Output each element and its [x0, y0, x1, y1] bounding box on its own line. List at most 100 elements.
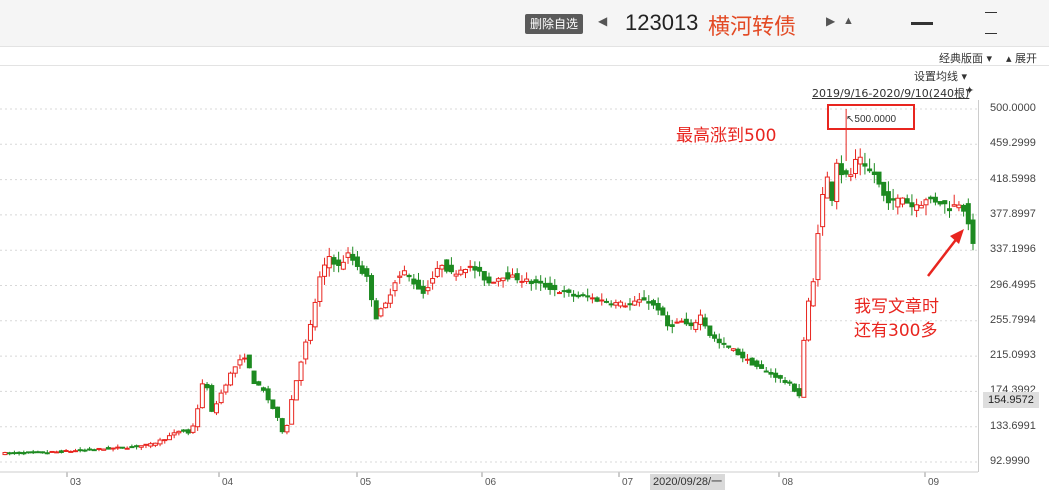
last-price-tag: 154.9572: [983, 392, 1039, 408]
y-tick-label: 92.9990: [990, 455, 1030, 467]
candle-body: [101, 448, 107, 451]
candle-body: [688, 322, 694, 327]
candle-body: [246, 354, 252, 369]
candle-body: [857, 156, 863, 165]
candle-body: [669, 324, 675, 327]
candle-body: [124, 447, 130, 450]
candle-body: [528, 280, 534, 285]
candle-body: [730, 348, 736, 351]
candle-body: [298, 361, 304, 381]
candle-body: [209, 385, 215, 412]
candle-body: [416, 279, 422, 290]
candle-body: [843, 170, 849, 175]
candle-body: [815, 233, 821, 281]
candle-body: [87, 448, 93, 451]
candle-body: [956, 204, 962, 209]
candle-body: [190, 425, 196, 433]
candle-body: [157, 439, 163, 445]
candle-body: [44, 452, 50, 455]
candle-body: [148, 443, 154, 447]
y-tick-label: 500.0000: [990, 102, 1036, 114]
candle-body: [519, 280, 525, 283]
candle-body: [134, 445, 140, 448]
candle-body: [867, 168, 873, 172]
candle-body: [495, 278, 501, 282]
candle-body: [336, 259, 342, 266]
candle-body: [171, 432, 177, 436]
candle-body: [524, 278, 530, 282]
annotation-note-line2: 还有300多: [854, 321, 938, 341]
candle-body: [773, 372, 779, 378]
candle-body: [749, 357, 755, 366]
candle-body: [824, 176, 830, 199]
x-tick-label: 09: [928, 477, 940, 488]
candle-body: [876, 171, 882, 185]
candle-body: [674, 321, 680, 324]
candle-body: [947, 208, 953, 212]
candle-body: [580, 294, 586, 297]
candle-body: [712, 334, 718, 339]
candle-body: [30, 451, 36, 454]
candle-body: [491, 281, 497, 284]
candle-body: [693, 322, 699, 330]
candle-body: [665, 315, 671, 327]
candle-body: [477, 266, 483, 272]
candle-body: [571, 293, 577, 297]
candle-body: [650, 300, 656, 306]
candle-body: [40, 451, 46, 454]
candle-body: [848, 174, 854, 177]
candle-body: [834, 162, 840, 203]
candle-body: [923, 199, 929, 206]
candle-body: [373, 300, 379, 320]
candle-body: [284, 424, 290, 433]
candlestick-chart[interactable]: [0, 0, 1049, 500]
candle-body: [199, 383, 205, 409]
candle-body: [213, 403, 219, 414]
candle-body: [152, 442, 158, 446]
y-tick-label: 255.7994: [990, 313, 1036, 326]
x-tick-label: 03: [70, 477, 82, 488]
candle-body: [369, 275, 375, 301]
candle-body: [420, 285, 426, 294]
candle-body: [237, 359, 243, 366]
candle-body: [232, 366, 238, 374]
candle-body: [589, 297, 595, 300]
candle-body: [72, 450, 78, 453]
candle-body: [303, 341, 309, 360]
candle-body: [787, 381, 793, 384]
candle-body: [881, 181, 887, 196]
annotation-note-line1: 我写文章时: [854, 297, 939, 317]
candle-body: [195, 408, 201, 428]
candle-body: [810, 281, 816, 307]
candle-body: [585, 295, 591, 298]
candle-body: [763, 370, 769, 373]
candle-body: [683, 318, 689, 325]
candle-body: [721, 342, 727, 345]
candle-body: [904, 198, 910, 204]
candle-body: [636, 299, 642, 303]
y-tick-label: 215.0993: [990, 349, 1036, 362]
candle-body: [726, 345, 732, 348]
y-tick-label: 337.1996: [990, 243, 1036, 256]
candle-body: [467, 265, 473, 268]
candle-body: [509, 274, 515, 278]
candle-body: [655, 302, 661, 311]
candle-body: [561, 290, 567, 293]
candle-body: [547, 282, 553, 290]
candle-body: [359, 265, 365, 274]
candle-body: [961, 204, 967, 212]
candle-body: [707, 325, 713, 336]
candle-body: [411, 278, 417, 285]
x-tick-label: 04: [222, 477, 234, 488]
candle-body: [599, 299, 605, 302]
candle-body: [204, 383, 210, 389]
candle-body: [331, 257, 337, 265]
candle-body: [486, 276, 492, 284]
candle-body: [21, 452, 27, 455]
candle-body: [716, 338, 722, 344]
candle-body: [16, 451, 22, 455]
candle-body: [401, 270, 407, 276]
candle-body: [829, 181, 835, 201]
x-tick-label: 08: [782, 477, 794, 488]
candle-body: [777, 375, 783, 379]
